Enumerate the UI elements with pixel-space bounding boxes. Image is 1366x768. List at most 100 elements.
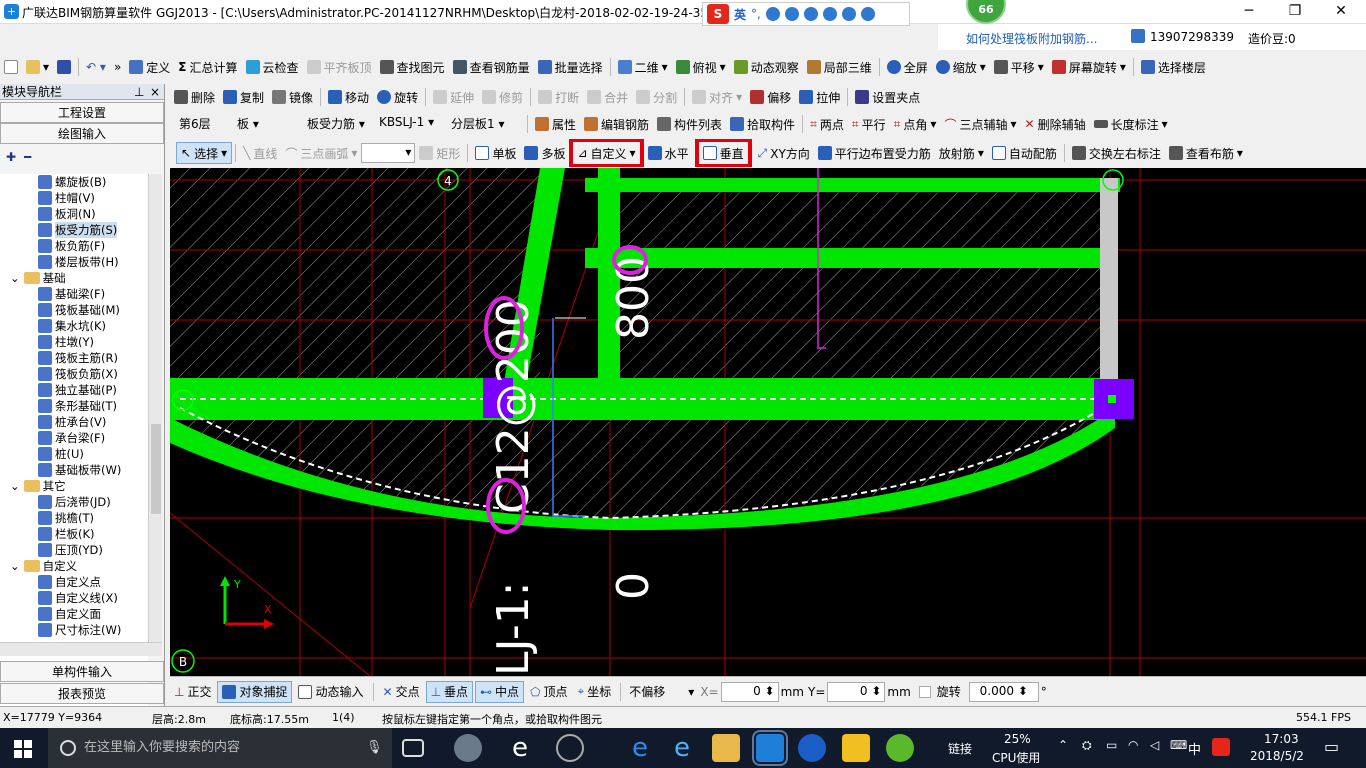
define-button[interactable]: 定义	[125, 56, 174, 78]
tree-item[interactable]: 压顶(YD)	[0, 542, 148, 558]
tree-item[interactable]: 楼层板带(H)	[0, 254, 148, 270]
green-app-icon[interactable]	[886, 734, 914, 762]
save-icon[interactable]	[53, 56, 75, 78]
notification-icon[interactable]: ▭	[1324, 737, 1339, 756]
tree-item[interactable]: 柱墩(Y)	[0, 334, 148, 350]
delete-button[interactable]: 删除	[170, 86, 219, 108]
set-grip-button[interactable]: 设置夹点	[851, 86, 924, 108]
component-name-select[interactable]: KBSLJ-1 ▾	[376, 114, 448, 134]
intersection-snap[interactable]: ✕ 交点	[379, 681, 424, 703]
length-dimension-dropdown[interactable]: 长度标注 ▾	[1090, 113, 1172, 135]
pinwheel-app-icon[interactable]	[454, 734, 482, 762]
stretch-button[interactable]: 拉伸	[795, 86, 844, 108]
midpoint-snap[interactable]: ⊷ 中点	[475, 680, 525, 703]
custom-dropdown[interactable]: ⊿ 自定义 ▾	[569, 139, 644, 167]
tree-item[interactable]: 基础板带(W)	[0, 462, 148, 478]
taskbar-search[interactable]: 在这里输入你要搜索的内容 🎙	[48, 728, 392, 768]
single-component-input-button[interactable]: 单构件输入	[0, 661, 164, 682]
drawing-canvas[interactable]: 4 B C12@200 LJ-1: 800 0 Y X	[170, 168, 1366, 676]
tree-item[interactable]: 挑檐(T)	[0, 510, 148, 526]
vertex-snap[interactable]: ⬠ 顶点	[526, 681, 571, 703]
tree-item[interactable]: 后浇带(JD)	[0, 494, 148, 510]
tree-item[interactable]: 集水坑(K)	[0, 318, 148, 334]
expand-arrow-icon[interactable]: ⌄	[10, 478, 20, 494]
layer-select[interactable]: 分层板1 ▾	[448, 114, 524, 134]
component-list-button[interactable]: 构件列表	[653, 113, 726, 135]
emoji-icon[interactable]	[765, 7, 780, 21]
pick-component-button[interactable]: 拾取构件	[726, 113, 799, 135]
fullscreen-button[interactable]: 全屏	[883, 56, 932, 78]
file-explorer-icon[interactable]	[712, 734, 740, 762]
category-select[interactable]: 板 ▾	[234, 114, 304, 134]
keyboard-icon[interactable]	[803, 7, 818, 21]
tree-item[interactable]: 筏板基础(M)	[0, 302, 148, 318]
tree-item[interactable]: 条形基础(T)	[0, 398, 148, 414]
horizontal-button[interactable]: 水平	[644, 142, 693, 164]
merge-button[interactable]: 合并	[583, 86, 632, 108]
collapse-all-icon[interactable]: ━	[24, 150, 31, 164]
tray-chevron-icon[interactable]: ⌃	[1058, 738, 1068, 752]
skin-icon[interactable]	[822, 7, 837, 21]
tree-item[interactable]: 承台梁(F)	[0, 430, 148, 446]
task-view-icon[interactable]	[402, 739, 424, 757]
tree-item[interactable]: 自定义点	[0, 574, 148, 590]
tree-folder[interactable]: ⌄ 其它	[0, 478, 148, 494]
align-dropdown[interactable]: 对齐 ▾	[688, 86, 746, 108]
rotate-input[interactable]: 0.000 ⬍	[968, 681, 1039, 702]
report-preview-button[interactable]: 报表预览	[0, 683, 164, 704]
maximize-button[interactable]: ❐	[1272, 0, 1318, 24]
break-button[interactable]: 打断	[534, 86, 583, 108]
properties-button[interactable]: 属性	[531, 113, 580, 135]
delete-axis-button[interactable]: ✕ 删除辅轴	[1021, 113, 1090, 135]
select-floor-button[interactable]: 选择楼层	[1137, 56, 1210, 78]
parallel-edge-rebar-button[interactable]: 平行边布置受力筋	[814, 142, 935, 164]
wifi-icon[interactable]: ◠	[1128, 738, 1138, 752]
edge-legacy-icon[interactable]: e	[506, 734, 534, 762]
dynamic-view-button[interactable]: 动态观察	[730, 56, 803, 78]
people-icon[interactable]: ⛭	[1082, 738, 1092, 753]
tree-item[interactable]: 筏板主筋(R)	[0, 350, 148, 366]
mirror-button[interactable]: 镜像	[268, 86, 317, 108]
y-input[interactable]: 0 ⬍	[827, 681, 886, 702]
tree-folder[interactable]: ⌄ 基础	[0, 270, 148, 286]
arc-param-select[interactable]: ▾	[361, 143, 416, 163]
gtj-app-icon[interactable]	[798, 734, 826, 762]
coordinate-snap[interactable]: ⌖ 坐标	[574, 681, 616, 703]
tree-scrollbar[interactable]	[148, 174, 162, 644]
xy-direction-button[interactable]: ⤢ XY方向	[754, 142, 814, 164]
tree-item[interactable]: 桩承台(V)	[0, 414, 148, 430]
rectangle-button[interactable]: 矩形	[415, 142, 464, 164]
parallel-axis-button[interactable]: ⌗ 平行	[848, 113, 890, 135]
x-input[interactable]: 0 ⬍	[720, 681, 779, 702]
offset-button[interactable]: 偏移	[746, 86, 795, 108]
shirt-icon[interactable]	[841, 7, 856, 21]
tree-item[interactable]: 螺旋板(B)	[0, 174, 148, 190]
three-point-arc-dropdown[interactable]: ⌒ 三点画弧 ▾	[281, 142, 361, 164]
batch-select-button[interactable]: 批量选择	[534, 56, 607, 78]
minimize-button[interactable]: ─	[1226, 0, 1272, 24]
expand-arrow-icon[interactable]: ⌄	[10, 558, 20, 574]
ime-toolbar[interactable]: S 英 °,	[702, 2, 910, 26]
screen-rotate-dropdown[interactable]: 屏幕旋转 ▾	[1048, 56, 1130, 78]
radial-rebar-dropdown[interactable]: 放射筋 ▾	[935, 142, 988, 164]
select-button[interactable]: ↖ 选择 ▾	[176, 142, 233, 164]
keyboard-icon[interactable]: ⌨	[1170, 738, 1187, 752]
ad-link[interactable]: 如何处理筏板附加钢筋...	[966, 30, 1097, 47]
tree-item[interactable]: 柱帽(V)	[0, 190, 148, 206]
type-select[interactable]: 板受力筋 ▾	[304, 114, 376, 134]
phone-number[interactable]: 13907298339	[1150, 30, 1234, 44]
pan-dropdown[interactable]: 平移 ▾	[990, 56, 1048, 78]
drawing-svg[interactable]: 4 B C12@200 LJ-1: 800 0 Y X	[170, 168, 1366, 676]
battery-icon[interactable]: ▭	[1106, 738, 1117, 752]
find-element-button[interactable]: 查找图元	[376, 56, 449, 78]
project-settings-button[interactable]: 工程设置	[0, 102, 164, 123]
perpendicular-snap[interactable]: ⊥ 垂点	[425, 680, 474, 703]
volume-icon[interactable]: ◁	[1150, 738, 1159, 752]
new-file-icon[interactable]	[0, 56, 22, 78]
notes-app-icon[interactable]	[842, 734, 870, 762]
line-button[interactable]: ╲ 直线	[239, 142, 281, 164]
microphone-icon[interactable]	[784, 7, 799, 21]
view-rebar-button[interactable]: 查看钢筋量	[449, 56, 534, 78]
ime-lang[interactable]: 中	[1188, 739, 1201, 758]
close-button[interactable]: ✕	[1318, 0, 1364, 24]
